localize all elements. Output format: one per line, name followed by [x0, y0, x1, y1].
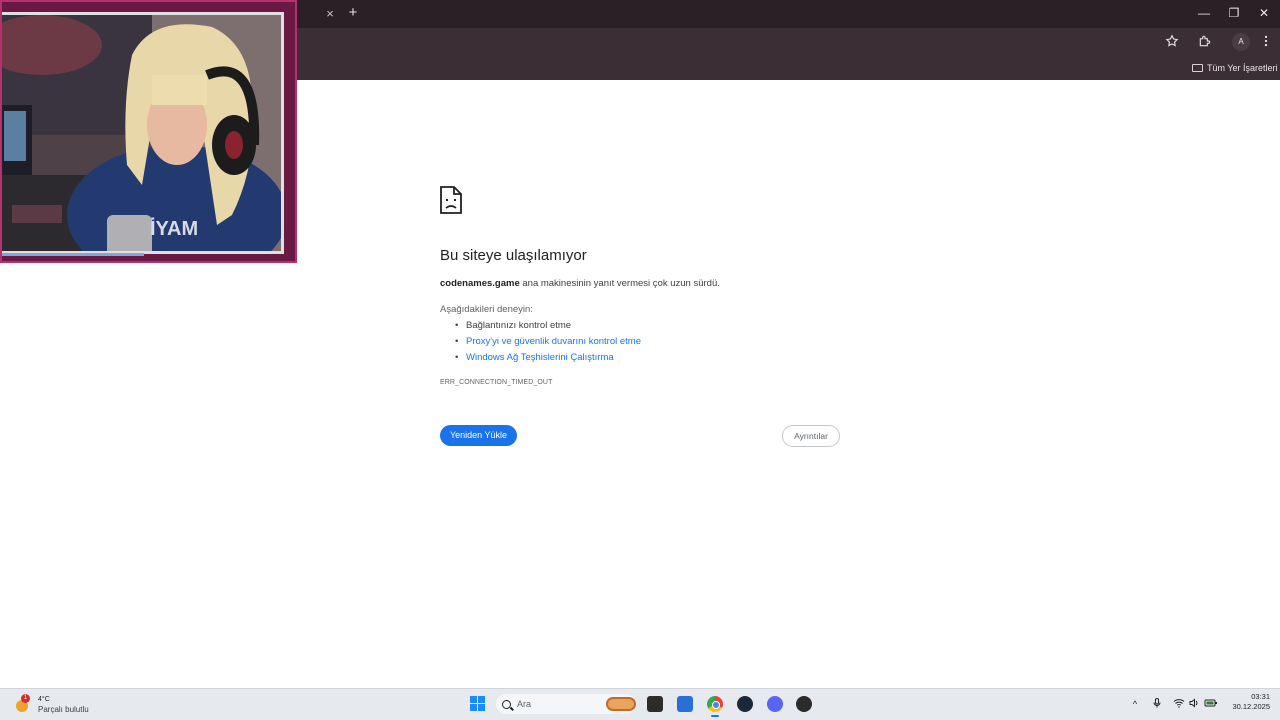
try-label: Aşağıdakileri deneyin: — [440, 304, 533, 315]
profile-avatar[interactable]: A — [1232, 33, 1250, 51]
restore-button[interactable]: ❐ — [1224, 5, 1244, 21]
folder-icon — [1192, 64, 1203, 72]
all-bookmarks-button[interactable]: Tüm Yer İşaretleri — [1192, 60, 1278, 76]
wifi-icon[interactable] — [1172, 697, 1186, 711]
close-window-button[interactable]: ✕ — [1254, 5, 1274, 21]
address-bar[interactable] — [298, 32, 1148, 52]
webcam-progress-bar — [2, 253, 144, 256]
webcam-video: İYAM — [2, 12, 284, 254]
weather-widget[interactable]: 1 4°C Parçalı bulutlu — [14, 692, 89, 718]
error-host: codenames.game — [440, 278, 520, 289]
store-icon[interactable] — [677, 696, 693, 712]
weather-icon: 1 — [14, 694, 32, 714]
error-code: ERR_CONNECTION_TIMED_OUT — [440, 379, 553, 386]
bookmark-star-icon[interactable] — [1164, 34, 1180, 50]
kebab-menu-icon[interactable] — [1258, 34, 1274, 50]
chrome-icon[interactable] — [707, 696, 723, 712]
battery-icon[interactable] — [1204, 697, 1218, 711]
app-icon[interactable] — [796, 696, 812, 712]
screen: × + — ❐ ✕ A Tüm Yer İşaretleri İYAM Bu s… — [0, 0, 1280, 720]
tray-overflow-chevron-icon[interactable]: ^ — [1128, 697, 1142, 711]
new-tab-button[interactable]: + — [346, 5, 360, 21]
discord-icon[interactable] — [767, 696, 783, 712]
chrome-running-indicator — [711, 715, 719, 717]
webcam-image: İYAM — [2, 15, 281, 251]
taskbar-clock[interactable]: 03:31 30.12.2025 — [1222, 692, 1270, 712]
tab-close-button[interactable]: × — [323, 7, 337, 21]
volume-icon[interactable] — [1187, 697, 1201, 711]
suggestion-proxy-link[interactable]: Proxy'yi ve güvenlik duvarını kontrol et… — [455, 336, 641, 347]
sad-document-icon — [440, 186, 462, 214]
start-icon[interactable] — [470, 696, 485, 711]
webcam-overlay: İYAM — [0, 0, 297, 263]
steam-icon[interactable] — [737, 696, 753, 712]
clock-date: 30.12.2025 — [1232, 702, 1270, 711]
file-explorer-icon[interactable] — [647, 696, 663, 712]
error-message: codenames.game ana makinesinin yanıt ver… — [440, 278, 720, 289]
reload-button[interactable]: Yeniden Yükle — [440, 425, 517, 446]
weather-description: Parçalı bulutlu — [38, 705, 89, 714]
puzzle-icon[interactable] — [1197, 34, 1213, 50]
weather-temperature: 4°C — [38, 696, 50, 703]
taskbar: 1 4°C Parçalı bulutlu — [0, 688, 1280, 720]
clock-time: 03:31 — [1251, 692, 1270, 701]
error-title: Bu siteye ulaşılamıyor — [440, 247, 587, 264]
all-bookmarks-label: Tüm Yer İşaretleri — [1207, 63, 1278, 73]
search-highlight-image[interactable] — [606, 697, 636, 711]
weather-badge: 1 — [21, 694, 30, 703]
suggestion-diagnostics-link[interactable]: Windows Ağ Teşhislerini Çalıştırma — [455, 352, 614, 363]
search-icon — [502, 699, 511, 709]
error-host-message: ana makinesinin yanıt vermesi çok uzun s… — [519, 278, 720, 289]
mic-icon[interactable] — [1150, 697, 1164, 711]
suggestion-check-connection: Bağlantınızı kontrol etme — [455, 320, 571, 331]
svg-text:İYAM: İYAM — [150, 217, 198, 240]
search-placeholder: Ara — [517, 699, 532, 709]
minimize-button[interactable]: — — [1194, 5, 1214, 21]
details-button[interactable]: Ayrıntılar — [782, 425, 840, 447]
